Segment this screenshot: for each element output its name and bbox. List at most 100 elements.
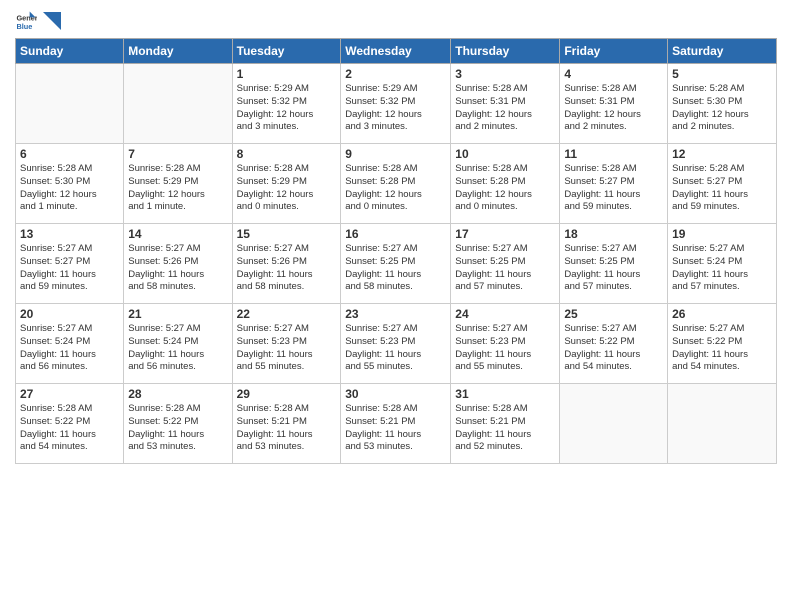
calendar-cell: 23 Sunrise: 5:27 AM Sunset: 5:23 PM Dayli… bbox=[341, 304, 451, 384]
day-info: Sunrise: 5:27 AM Sunset: 5:25 PM Dayligh… bbox=[345, 243, 446, 294]
day-number: 27 bbox=[20, 387, 119, 401]
calendar-cell bbox=[560, 384, 668, 464]
day-info: Sunrise: 5:28 AM Sunset: 5:22 PM Dayligh… bbox=[128, 403, 227, 454]
day-number: 22 bbox=[237, 307, 337, 321]
day-info: Sunrise: 5:27 AM Sunset: 5:23 PM Dayligh… bbox=[237, 323, 337, 374]
day-info: Sunrise: 5:28 AM Sunset: 5:22 PM Dayligh… bbox=[20, 403, 119, 454]
day-number: 15 bbox=[237, 227, 337, 241]
calendar-cell: 3Sunrise: 5:28 AM Sunset: 5:31 PM Daylig… bbox=[451, 64, 560, 144]
svg-text:General: General bbox=[16, 13, 37, 22]
calendar-cell: 28 Sunrise: 5:28 AM Sunset: 5:22 PM Dayli… bbox=[124, 384, 232, 464]
calendar-cell: 13Sunrise: 5:27 AM Sunset: 5:27 PM Dayli… bbox=[16, 224, 124, 304]
weekday-header-sunday: Sunday bbox=[16, 39, 124, 64]
day-info: Sunrise: 5:27 AM Sunset: 5:22 PM Dayligh… bbox=[672, 323, 772, 374]
day-number: 24 bbox=[455, 307, 555, 321]
calendar-cell bbox=[16, 64, 124, 144]
day-number: 25 bbox=[564, 307, 663, 321]
day-number: 21 bbox=[128, 307, 227, 321]
day-info: Sunrise: 5:27 AM Sunset: 5:23 PM Dayligh… bbox=[345, 323, 446, 374]
day-info: Sunrise: 5:27 AM Sunset: 5:27 PM Dayligh… bbox=[20, 243, 119, 294]
calendar-cell: 18 Sunrise: 5:27 AM Sunset: 5:25 PM Dayli… bbox=[560, 224, 668, 304]
calendar-cell: 14 Sunrise: 5:27 AM Sunset: 5:26 PM Dayli… bbox=[124, 224, 232, 304]
day-number: 4 bbox=[564, 67, 663, 81]
calendar-cell: 25 Sunrise: 5:27 AM Sunset: 5:22 PM Dayli… bbox=[560, 304, 668, 384]
calendar-cell: 10Sunrise: 5:28 AM Sunset: 5:28 PM Dayli… bbox=[451, 144, 560, 224]
logo-triangle-icon bbox=[43, 12, 61, 30]
day-info: Sunrise: 5:28 AM Sunset: 5:31 PM Dayligh… bbox=[564, 83, 663, 134]
calendar-cell bbox=[668, 384, 777, 464]
weekday-header-monday: Monday bbox=[124, 39, 232, 64]
day-number: 2 bbox=[345, 67, 446, 81]
day-info: Sunrise: 5:28 AM Sunset: 5:21 PM Dayligh… bbox=[237, 403, 337, 454]
day-number: 8 bbox=[237, 147, 337, 161]
day-info: Sunrise: 5:29 AM Sunset: 5:32 PM Dayligh… bbox=[345, 83, 446, 134]
calendar-table: SundayMondayTuesdayWednesdayThursdayFrid… bbox=[15, 38, 777, 464]
calendar-cell: 22 Sunrise: 5:27 AM Sunset: 5:23 PM Dayli… bbox=[232, 304, 341, 384]
calendar-cell: 27 Sunrise: 5:28 AM Sunset: 5:22 PM Dayli… bbox=[16, 384, 124, 464]
weekday-header-saturday: Saturday bbox=[668, 39, 777, 64]
day-info: Sunrise: 5:27 AM Sunset: 5:24 PM Dayligh… bbox=[20, 323, 119, 374]
day-info: Sunrise: 5:27 AM Sunset: 5:26 PM Dayligh… bbox=[128, 243, 227, 294]
calendar-cell: 1 Sunrise: 5:29 AM Sunset: 5:32 PM Daylig… bbox=[232, 64, 341, 144]
day-info: Sunrise: 5:28 AM Sunset: 5:27 PM Dayligh… bbox=[564, 163, 663, 214]
day-number: 19 bbox=[672, 227, 772, 241]
weekday-header-friday: Friday bbox=[560, 39, 668, 64]
day-info: Sunrise: 5:28 AM Sunset: 5:28 PM Dayligh… bbox=[345, 163, 446, 214]
day-number: 16 bbox=[345, 227, 446, 241]
day-info: Sunrise: 5:27 AM Sunset: 5:22 PM Dayligh… bbox=[564, 323, 663, 374]
day-number: 14 bbox=[128, 227, 227, 241]
day-number: 20 bbox=[20, 307, 119, 321]
logo: General Blue bbox=[15, 10, 61, 32]
day-info: Sunrise: 5:28 AM Sunset: 5:31 PM Dayligh… bbox=[455, 83, 555, 134]
day-number: 12 bbox=[672, 147, 772, 161]
calendar-cell: 8 Sunrise: 5:28 AM Sunset: 5:29 PM Daylig… bbox=[232, 144, 341, 224]
day-info: Sunrise: 5:28 AM Sunset: 5:30 PM Dayligh… bbox=[20, 163, 119, 214]
logo-icon: General Blue bbox=[15, 10, 37, 32]
day-number: 31 bbox=[455, 387, 555, 401]
day-info: Sunrise: 5:28 AM Sunset: 5:27 PM Dayligh… bbox=[672, 163, 772, 214]
day-info: Sunrise: 5:27 AM Sunset: 5:24 PM Dayligh… bbox=[672, 243, 772, 294]
page-header: General Blue bbox=[15, 10, 777, 32]
calendar-cell: 17 Sunrise: 5:27 AM Sunset: 5:25 PM Dayli… bbox=[451, 224, 560, 304]
calendar-cell: 26 Sunrise: 5:27 AM Sunset: 5:22 PM Dayli… bbox=[668, 304, 777, 384]
calendar-cell: 2 Sunrise: 5:29 AM Sunset: 5:32 PM Daylig… bbox=[341, 64, 451, 144]
day-number: 29 bbox=[237, 387, 337, 401]
weekday-header-wednesday: Wednesday bbox=[341, 39, 451, 64]
calendar-cell: 24Sunrise: 5:27 AM Sunset: 5:23 PM Dayli… bbox=[451, 304, 560, 384]
calendar-cell: 21 Sunrise: 5:27 AM Sunset: 5:24 PM Dayli… bbox=[124, 304, 232, 384]
day-info: Sunrise: 5:28 AM Sunset: 5:28 PM Dayligh… bbox=[455, 163, 555, 214]
day-info: Sunrise: 5:28 AM Sunset: 5:29 PM Dayligh… bbox=[237, 163, 337, 214]
weekday-header-tuesday: Tuesday bbox=[232, 39, 341, 64]
calendar-cell: 12 Sunrise: 5:28 AM Sunset: 5:27 PM Dayli… bbox=[668, 144, 777, 224]
day-info: Sunrise: 5:28 AM Sunset: 5:21 PM Dayligh… bbox=[345, 403, 446, 454]
day-info: Sunrise: 5:29 AM Sunset: 5:32 PM Dayligh… bbox=[237, 83, 337, 134]
day-number: 9 bbox=[345, 147, 446, 161]
calendar-cell: 6Sunrise: 5:28 AM Sunset: 5:30 PM Daylig… bbox=[16, 144, 124, 224]
calendar-cell: 29 Sunrise: 5:28 AM Sunset: 5:21 PM Dayli… bbox=[232, 384, 341, 464]
calendar-cell: 20 Sunrise: 5:27 AM Sunset: 5:24 PM Dayli… bbox=[16, 304, 124, 384]
day-info: Sunrise: 5:28 AM Sunset: 5:30 PM Dayligh… bbox=[672, 83, 772, 134]
day-number: 23 bbox=[345, 307, 446, 321]
calendar-cell: 11 Sunrise: 5:28 AM Sunset: 5:27 PM Dayli… bbox=[560, 144, 668, 224]
calendar-cell: 4 Sunrise: 5:28 AM Sunset: 5:31 PM Daylig… bbox=[560, 64, 668, 144]
day-number: 7 bbox=[128, 147, 227, 161]
day-info: Sunrise: 5:27 AM Sunset: 5:25 PM Dayligh… bbox=[564, 243, 663, 294]
day-number: 28 bbox=[128, 387, 227, 401]
calendar-cell: 5Sunrise: 5:28 AM Sunset: 5:30 PM Daylig… bbox=[668, 64, 777, 144]
calendar-cell: 16 Sunrise: 5:27 AM Sunset: 5:25 PM Dayli… bbox=[341, 224, 451, 304]
calendar-cell: 30 Sunrise: 5:28 AM Sunset: 5:21 PM Dayli… bbox=[341, 384, 451, 464]
calendar-cell: 7Sunrise: 5:28 AM Sunset: 5:29 PM Daylig… bbox=[124, 144, 232, 224]
svg-text:Blue: Blue bbox=[16, 22, 32, 31]
day-number: 11 bbox=[564, 147, 663, 161]
calendar-cell: 9 Sunrise: 5:28 AM Sunset: 5:28 PM Daylig… bbox=[341, 144, 451, 224]
day-info: Sunrise: 5:27 AM Sunset: 5:24 PM Dayligh… bbox=[128, 323, 227, 374]
day-number: 18 bbox=[564, 227, 663, 241]
calendar-cell: 19 Sunrise: 5:27 AM Sunset: 5:24 PM Dayli… bbox=[668, 224, 777, 304]
day-number: 30 bbox=[345, 387, 446, 401]
weekday-header-thursday: Thursday bbox=[451, 39, 560, 64]
day-number: 26 bbox=[672, 307, 772, 321]
day-number: 1 bbox=[237, 67, 337, 81]
day-number: 17 bbox=[455, 227, 555, 241]
day-info: Sunrise: 5:27 AM Sunset: 5:25 PM Dayligh… bbox=[455, 243, 555, 294]
calendar-cell: 31Sunrise: 5:28 AM Sunset: 5:21 PM Dayli… bbox=[451, 384, 560, 464]
